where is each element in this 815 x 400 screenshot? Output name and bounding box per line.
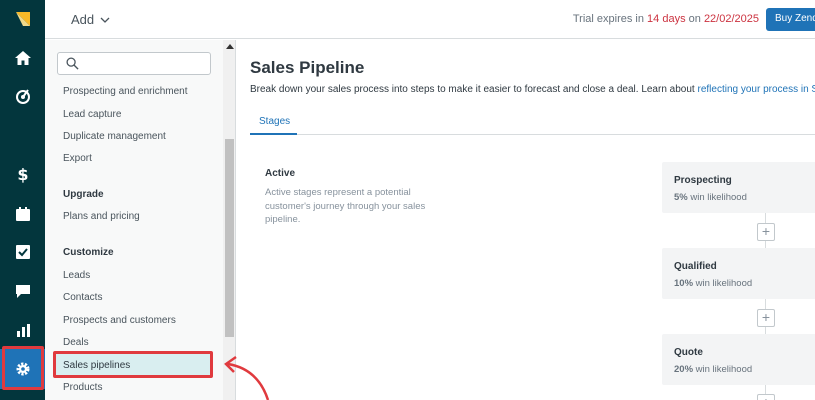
page-description: Break down your sales process into steps… (250, 84, 815, 95)
logo-icon[interactable] (0, 0, 45, 38)
settings-highlight-box (2, 346, 44, 390)
trial-notice: Trial expires in 14 days on 22/02/2025 (573, 13, 759, 25)
scrollbar-thumb[interactable] (225, 139, 234, 337)
stage-suffix: win likelihood (687, 192, 747, 203)
add-button[interactable]: Add (71, 12, 110, 27)
nav-item-deals[interactable]: Deals (63, 337, 89, 348)
nav-item-sales-pipelines-label: Sales pipelines (63, 360, 131, 371)
nav-item-lead-capture[interactable]: Lead capture (63, 109, 121, 120)
tasks-icon[interactable] (0, 233, 45, 271)
page-description-text: Break down your sales process into steps… (250, 84, 698, 95)
learn-more-link[interactable]: reflecting your process in Sell (697, 84, 815, 95)
trial-days: 14 days (647, 13, 686, 25)
add-label: Add (71, 12, 95, 27)
nav-item-products[interactable]: Products (63, 382, 102, 393)
settings-sidebar: Prospecting and enrichment Lead capture … (45, 40, 236, 400)
stage-card[interactable]: Quote 20% win likelihood (662, 334, 815, 385)
nav-header-customize: Customize (63, 247, 114, 258)
nav-item-prospects[interactable]: Prospects and customers (63, 315, 176, 326)
left-rail: $ (0, 0, 45, 400)
active-section-title: Active (265, 168, 296, 179)
nav-item-prospecting[interactable]: Prospecting and enrichment (63, 86, 188, 97)
add-stage-button[interactable]: + (757, 309, 775, 327)
dollar-icon[interactable]: $ (0, 155, 45, 193)
home-icon[interactable] (0, 39, 45, 77)
annotation-arrow-icon (224, 355, 270, 400)
stage-percent: 5% (674, 192, 688, 203)
search-icon (66, 57, 79, 70)
stage-likelihood: 10% win likelihood (674, 278, 752, 289)
page-title: Sales Pipeline (250, 58, 365, 77)
leads-icon[interactable] (0, 77, 45, 115)
buy-button[interactable]: Buy Zendesk (766, 8, 815, 31)
stage-card[interactable]: Prospecting 5% win likelihood (662, 162, 815, 213)
search-input[interactable] (57, 52, 211, 75)
add-stage-button[interactable]: + (757, 223, 775, 241)
top-bar: Add Trial expires in 14 days on 22/02/20… (45, 0, 815, 39)
stage-name: Qualified (674, 261, 717, 272)
svg-text:$: $ (17, 165, 28, 183)
active-section-description: Active stages represent a potential cust… (265, 187, 426, 225)
nav-item-sales-pipelines[interactable]: Sales pipelines (53, 351, 213, 378)
stage-name: Quote (674, 347, 703, 358)
scroll-up-arrow-icon[interactable] (226, 44, 234, 49)
nav-item-plans[interactable]: Plans and pricing (63, 211, 140, 222)
chat-icon[interactable] (0, 272, 45, 310)
nav-item-duplicate[interactable]: Duplicate management (63, 131, 166, 142)
stage-percent: 10% (674, 278, 694, 289)
calendar-icon[interactable] (0, 195, 45, 233)
trial-middle: on (685, 13, 704, 25)
chevron-down-icon (100, 17, 110, 23)
stage-likelihood: 5% win likelihood (674, 192, 747, 203)
nav-item-leads[interactable]: Leads (63, 270, 90, 281)
tab-bar: Stages (250, 108, 815, 135)
stage-likelihood: 20% win likelihood (674, 364, 752, 375)
reports-icon[interactable] (0, 311, 45, 349)
stage-suffix: win likelihood (693, 364, 753, 375)
stage-name: Prospecting (674, 175, 732, 186)
nav-header-upgrade: Upgrade (63, 189, 104, 200)
tab-stages[interactable]: Stages (250, 108, 297, 135)
nav-item-export[interactable]: Export (63, 153, 92, 164)
nav-item-contacts[interactable]: Contacts (63, 292, 102, 303)
add-stage-button[interactable]: + (757, 394, 775, 400)
stage-card[interactable]: Qualified 10% win likelihood (662, 248, 815, 299)
trial-date: 22/02/2025 (703, 13, 759, 25)
stage-percent: 20% (674, 364, 694, 375)
trial-prefix: Trial expires in (572, 13, 648, 25)
stage-suffix: win likelihood (693, 278, 753, 289)
main-content: Sales Pipeline Break down your sales pro… (236, 40, 815, 400)
